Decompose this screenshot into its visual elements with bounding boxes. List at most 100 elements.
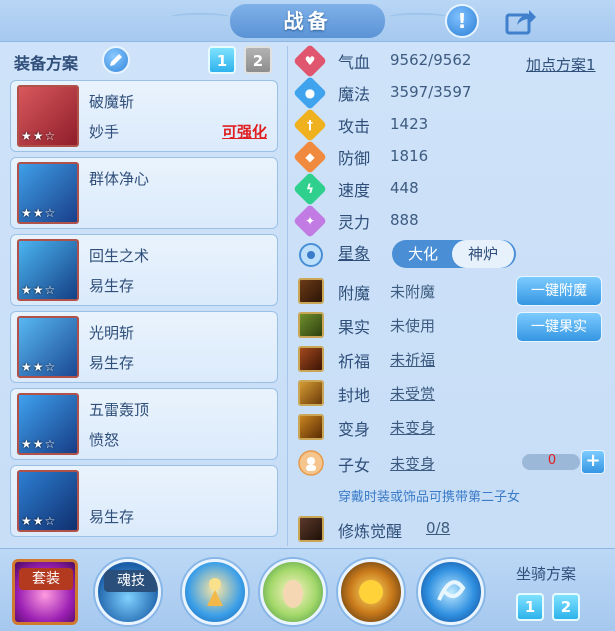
title-ornament-right [388,13,448,21]
stat-label: 魔法 [338,85,371,104]
ext-label: 果实 [338,318,371,337]
toggle-option-dahua[interactable]: 大化 [392,240,454,268]
window-title: 战备 [230,4,385,38]
equipment-slot[interactable]: ★★☆ 五雷轰顶 愤怒 [10,388,278,460]
stat-row-defense: ◆ 防御 1816 [293,140,608,174]
equipment-slot[interactable]: ★★☆ 易生存 [10,465,278,537]
tab-set[interactable]: 套装 [19,568,73,590]
fief-row: 封地 未受赏 [296,378,608,408]
ext-label: 附魔 [338,284,371,303]
toggle-option-shenlu[interactable]: 神炉 [452,240,514,268]
share-icon [505,10,536,35]
equipment-trait: 易生存 [89,508,135,526]
stat-label: 灵力 [338,213,371,232]
skill-slot[interactable] [338,559,404,625]
upgradable-link[interactable]: 可强化 [222,121,267,142]
star-sign-toggle[interactable]: 大化 神炉 [392,240,516,268]
awaken-value[interactable]: 0/8 [426,519,450,537]
scheme-button-2[interactable]: 2 [244,46,272,74]
add-child-button[interactable]: + [581,450,605,474]
info-button[interactable]: ! [445,4,479,38]
star-rating: ★★☆ [21,437,57,451]
fruit-row: 果实 未使用 一键果实 [296,310,608,342]
drop-icon: ● [293,76,327,110]
enchant-icon [298,278,324,304]
stat-row-spirit: ✦ 灵力 888 [293,204,608,238]
mount-scheme-button-1[interactable]: 1 [516,593,544,621]
shield-icon: ◆ [293,140,327,174]
equipment-name: 回生之术 [89,247,150,265]
blessing-icon [298,346,324,372]
awaken-label: 修炼觉醒 [338,522,403,541]
second-child-hint: 穿戴时装或饰品可携带第二子女 [338,490,521,505]
stat-label: 速度 [338,181,371,200]
figure-skill-icon [207,578,223,606]
hand-skill-icon [283,580,303,608]
equipment-scheme-label: 装备方案 [14,54,79,73]
set-skill-slot[interactable]: 套装 [12,559,78,625]
lightning-icon: ϟ [293,172,327,206]
ext-value[interactable]: 未变身 [390,453,435,474]
equipment-icon: ★★☆ [17,393,79,455]
equipment-trait: 易生存 [89,354,135,372]
transform-row: 变身 未变身 [296,412,608,442]
equipment-slot[interactable]: ★★☆ 光明斩 易生存 [10,311,278,383]
equipment-name: 破魔斩 [89,93,135,111]
stat-value: 1423 [390,115,429,133]
heart-icon: ♥ [293,44,327,78]
scheme-button-1[interactable]: 1 [208,46,236,74]
equipment-trait: 愤怒 [89,431,120,449]
equipment-slot[interactable]: ★★☆ 破魔斩 妙手 可强化 [10,80,278,152]
ext-value[interactable]: 未祈福 [390,349,435,370]
ext-value: 未使用 [390,317,436,335]
soul-skill-slot[interactable]: 魂技 [95,559,161,625]
tab-soul-skill[interactable]: 魂技 [104,570,158,592]
stat-value: 888 [390,211,419,229]
equipment-slot[interactable]: ★★☆ 回生之术 易生存 [10,234,278,306]
one-click-fruit-button[interactable]: 一键果实 [516,312,602,342]
stat-label: 气血 [338,53,371,72]
stats-panel: 加点方案1 ♥ 气血 9562/9562 ● 魔法 3597/3597 † 攻击… [293,42,608,547]
mount-scheme-button-2[interactable]: 2 [552,593,580,621]
stat-value: 3597/3597 [390,83,472,101]
fief-icon [298,380,324,406]
star-sign-icon [299,243,323,267]
sparkle-icon: ✦ [293,204,327,238]
star-rating: ★★☆ [21,360,57,374]
ext-value[interactable]: 未变身 [390,417,435,438]
one-click-enchant-button[interactable]: 一键附魔 [516,276,602,306]
equipment-icon: ★★☆ [17,162,79,224]
stat-row-mp: ● 魔法 3597/3597 [293,76,608,110]
skill-slot[interactable] [260,559,326,625]
ext-label: 子女 [338,456,371,475]
stat-value: 1816 [390,147,429,165]
exclamation-icon: ! [457,9,467,33]
fruit-icon [298,312,324,338]
star-sign-label[interactable]: 星象 [338,240,370,264]
stat-label: 攻击 [338,117,371,136]
bottom-bar: 套装 魂技 坐骑方案 1 2 [0,548,615,631]
equipment-slot[interactable]: ★★☆ 群体净心 [10,157,278,229]
stat-label: 防御 [338,149,371,168]
panel-divider [287,46,288,546]
equipment-trait: 易生存 [89,277,135,295]
child-counter-value: 0 [547,453,557,468]
skill-slot[interactable] [418,559,484,625]
ext-label: 封地 [338,386,371,405]
enchant-row: 附魔 未附魔 一键附魔 [296,276,608,306]
stat-value: 9562/9562 [390,51,472,69]
pencil-icon [110,54,122,66]
star-sign-row: 星象 大化 神炉 [296,238,608,270]
equipment-icon: ★★☆ [17,316,79,378]
equipment-name: 五雷轰顶 [89,401,150,419]
ext-label: 变身 [338,420,371,439]
star-rating: ★★☆ [21,206,57,220]
edit-scheme-button[interactable] [102,46,130,74]
skill-slot[interactable] [182,559,248,625]
share-button[interactable] [504,4,538,38]
stat-row-attack: † 攻击 1423 [293,108,608,142]
ext-value[interactable]: 未受赏 [390,383,435,404]
blessing-row: 祈福 未祈福 [296,344,608,374]
orb-skill-icon [359,580,383,604]
awaken-icon [298,516,324,542]
